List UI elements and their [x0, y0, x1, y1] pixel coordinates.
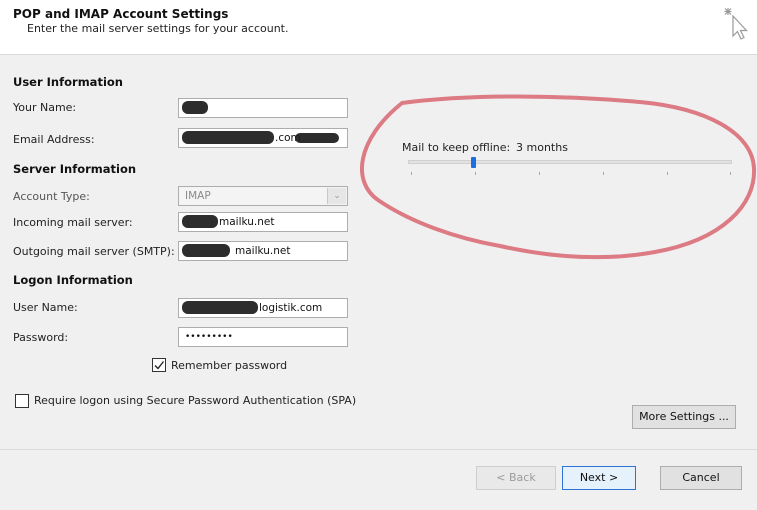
logon-information-heading: Logon Information — [13, 273, 133, 287]
chevron-down-icon: ⌄ — [327, 188, 346, 204]
user-information-heading: User Information — [13, 75, 123, 89]
mail-offline-label: Mail to keep offline: — [402, 141, 511, 154]
dialog-header: POP and IMAP Account Settings Enter the … — [0, 0, 757, 55]
slider-tick — [539, 172, 540, 175]
back-button[interactable]: < Back — [476, 466, 556, 490]
dialog-footer — [0, 449, 757, 510]
email-address-label: Email Address: — [13, 133, 95, 146]
outgoing-server-label: Outgoing mail server (SMTP): — [13, 245, 175, 258]
spa-checkbox[interactable] — [15, 394, 29, 408]
more-settings-button[interactable]: More Settings ... — [632, 405, 736, 429]
outgoing-server-field[interactable]: mailku.net — [178, 241, 348, 261]
mail-offline-value: 3 months — [516, 141, 568, 154]
cursor-sparkle-icon — [724, 8, 748, 40]
slider-tick — [411, 172, 412, 175]
dialog-subtitle: Enter the mail server settings for your … — [27, 22, 289, 35]
slider-tick — [667, 172, 668, 175]
email-address-field[interactable]: .com — [178, 128, 348, 148]
spa-label: Require logon using Secure Password Auth… — [34, 394, 357, 407]
mail-offline-slider-track[interactable] — [408, 160, 732, 164]
slider-tick — [603, 172, 604, 175]
slider-tick — [730, 172, 731, 175]
your-name-label: Your Name: — [13, 101, 77, 114]
dialog-title: POP and IMAP Account Settings — [13, 7, 229, 21]
redaction-scribble — [182, 101, 208, 114]
incoming-server-field[interactable]: mailku.net — [178, 212, 348, 232]
account-type-label: Account Type: — [13, 190, 90, 203]
redaction-scribble — [182, 301, 258, 314]
password-label: Password: — [13, 331, 69, 344]
incoming-server-label: Incoming mail server: — [13, 216, 133, 229]
next-button[interactable]: Next > — [562, 466, 636, 490]
redaction-scribble — [182, 215, 218, 228]
your-name-field[interactable] — [178, 98, 348, 118]
mail-offline-slider-thumb[interactable] — [470, 157, 476, 168]
redaction-scribble — [295, 133, 339, 143]
remember-password-label: Remember password — [171, 359, 288, 372]
remember-password-checkbox[interactable] — [152, 358, 166, 372]
user-name-label: User Name: — [13, 301, 78, 314]
account-type-select: IMAP ⌄ — [178, 186, 348, 206]
cancel-button[interactable]: Cancel — [660, 466, 742, 490]
slider-tick — [475, 172, 476, 175]
server-information-heading: Server Information — [13, 162, 137, 176]
redaction-scribble — [182, 244, 230, 257]
redaction-scribble — [182, 131, 274, 144]
password-field[interactable]: ••••••••• — [178, 327, 348, 347]
user-name-field[interactable]: logistik.com — [178, 298, 348, 318]
checkmark-icon — [154, 361, 165, 370]
